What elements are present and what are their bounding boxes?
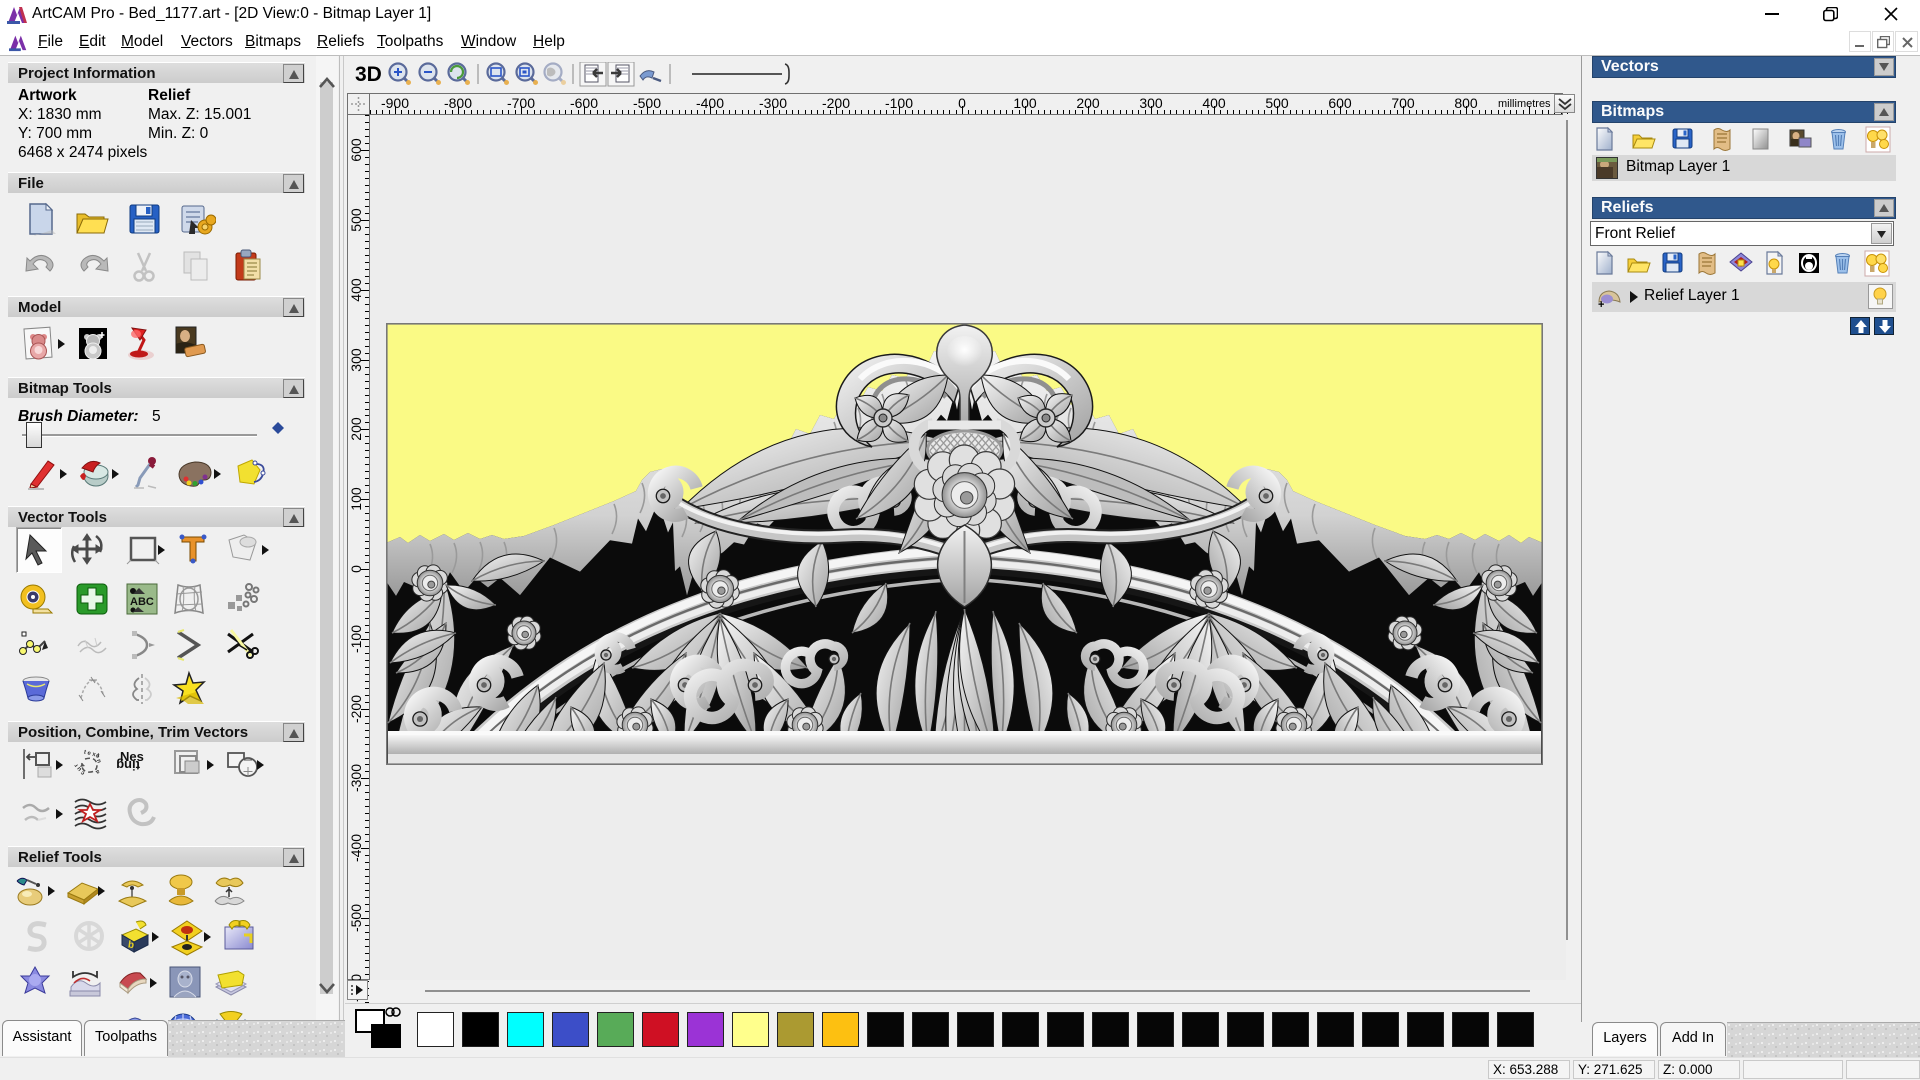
svg-text:o n: o n [94,754,102,765]
svg-text:ting: ting [117,758,140,773]
svg-text:a: a [94,768,100,775]
svg-text:c u r: c u r [73,762,86,776]
svg-text:+: + [1598,299,1604,310]
svg-text:ABC: ABC [130,596,154,608]
